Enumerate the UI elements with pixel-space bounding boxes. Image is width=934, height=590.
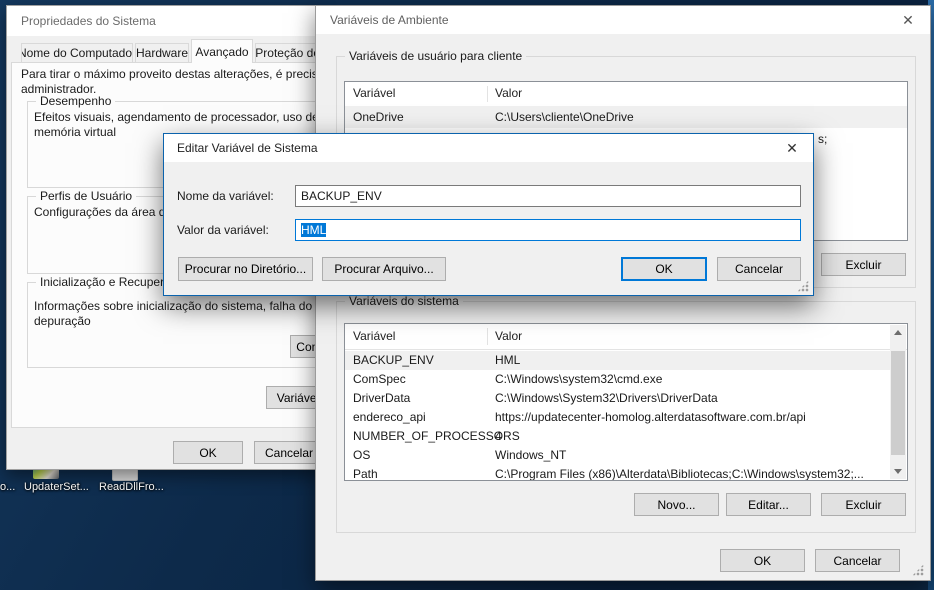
cancel-button[interactable]: Cancelar bbox=[717, 257, 801, 281]
group-title: Variáveis de usuário para cliente bbox=[345, 49, 526, 63]
table-row[interactable]: OneDrive C:\Users\cliente\OneDrive bbox=[345, 106, 907, 128]
titlebar[interactable]: Variáveis de Ambiente ✕ bbox=[316, 6, 930, 34]
tab-protecao-do-sistema[interactable]: Proteção do Sistema bbox=[255, 43, 322, 63]
table-row[interactable]: NUMBER_OF_PROCESSORS 4 bbox=[345, 427, 890, 446]
group-title: Desempenho bbox=[36, 94, 115, 108]
window-title: Propriedades do Sistema bbox=[21, 6, 156, 36]
table-header[interactable]: Variável Valor bbox=[345, 82, 907, 107]
partial-value-fragment: s; bbox=[818, 128, 827, 150]
environment-variables-button[interactable]: Variáveis de Ambiente... bbox=[266, 386, 322, 409]
scrollbar-thumb[interactable] bbox=[891, 351, 905, 455]
variable-value-label: Valor da variável: bbox=[177, 223, 269, 237]
close-icon[interactable]: ✕ bbox=[779, 137, 805, 159]
performance-text: memória virtual bbox=[34, 125, 116, 139]
table-header[interactable]: Variável Valor bbox=[345, 324, 907, 350]
column-header-variable[interactable]: Variável bbox=[353, 329, 395, 343]
startup-text: depuração bbox=[34, 314, 91, 328]
selected-text: HML bbox=[301, 223, 326, 237]
resize-grip[interactable] bbox=[912, 564, 924, 576]
resize-grip[interactable] bbox=[797, 280, 809, 292]
variable-name-input[interactable]: BACKUP_ENV bbox=[295, 185, 801, 207]
titlebar[interactable]: Propriedades do Sistema bbox=[7, 6, 321, 36]
ok-button[interactable]: OK bbox=[621, 257, 707, 281]
ok-button[interactable]: OK bbox=[173, 441, 243, 464]
edit-system-variable-dialog: Editar Variável de Sistema ✕ Nome da var… bbox=[163, 133, 814, 296]
table-row[interactable]: OS Windows_NT bbox=[345, 446, 890, 465]
desktop-icon-label[interactable]: o... bbox=[0, 481, 15, 493]
desktop-icon-label[interactable]: ReadDllFro... bbox=[99, 481, 164, 493]
table-row[interactable]: Path C:\Program Files (x86)\Alterdata\Bi… bbox=[345, 465, 890, 481]
vertical-scrollbar[interactable] bbox=[890, 325, 906, 479]
column-divider[interactable] bbox=[487, 86, 488, 102]
scroll-down-icon[interactable] bbox=[890, 464, 906, 479]
system-delete-button[interactable]: Excluir bbox=[821, 493, 906, 516]
cancel-button[interactable]: Cancelar bbox=[815, 549, 900, 572]
scroll-up-icon[interactable] bbox=[890, 325, 906, 340]
cancel-button[interactable]: Cancelar bbox=[254, 441, 322, 464]
table-row[interactable]: BACKUP_ENV HML bbox=[345, 351, 890, 370]
tab-avancado[interactable]: Avançado bbox=[191, 39, 253, 63]
desktop-icon-label[interactable]: UpdaterSet... bbox=[24, 481, 89, 493]
titlebar[interactable]: Editar Variável de Sistema ✕ bbox=[164, 134, 813, 162]
variable-value-input[interactable]: HML bbox=[295, 219, 801, 241]
table-row[interactable]: ComSpec C:\Windows\system32\cmd.exe bbox=[345, 370, 890, 389]
window-title: Editar Variável de Sistema bbox=[177, 134, 318, 162]
browse-directory-button[interactable]: Procurar no Diretório... bbox=[178, 257, 313, 281]
intro-text: Para tirar o máximo proveito destas alte… bbox=[21, 67, 321, 81]
tab-nome-do-computador[interactable]: Nome do Computador bbox=[21, 43, 133, 63]
table-row[interactable]: DriverData C:\Windows\System32\Drivers\D… bbox=[345, 389, 890, 408]
variable-name-label: Nome da variável: bbox=[177, 189, 274, 203]
column-header-value[interactable]: Valor bbox=[495, 86, 522, 100]
column-divider[interactable] bbox=[487, 328, 488, 345]
group-title: Perfis de Usuário bbox=[36, 189, 136, 203]
column-header-value[interactable]: Valor bbox=[495, 329, 522, 343]
system-new-button[interactable]: Novo... bbox=[634, 493, 719, 516]
system-variables-table[interactable]: Variável Valor BACKUP_ENV HML ComSpec C:… bbox=[344, 323, 908, 481]
tab-hardware[interactable]: Hardware bbox=[135, 43, 189, 63]
browse-file-button[interactable]: Procurar Arquivo... bbox=[322, 257, 446, 281]
table-row[interactable]: endereco_api https://updatecenter-homolo… bbox=[345, 408, 890, 427]
close-icon[interactable]: ✕ bbox=[896, 9, 920, 31]
system-edit-button[interactable]: Editar... bbox=[726, 493, 811, 516]
column-header-variable[interactable]: Variável bbox=[353, 86, 395, 100]
performance-text: Efeitos visuais, agendamento de processa… bbox=[34, 110, 316, 124]
user-delete-button[interactable]: Excluir bbox=[821, 253, 906, 276]
window-title: Variáveis de Ambiente bbox=[330, 6, 449, 34]
group-title: Variáveis do sistema bbox=[345, 294, 463, 308]
startup-text: Informações sobre inicialização do siste… bbox=[34, 299, 316, 313]
ok-button[interactable]: OK bbox=[720, 549, 805, 572]
